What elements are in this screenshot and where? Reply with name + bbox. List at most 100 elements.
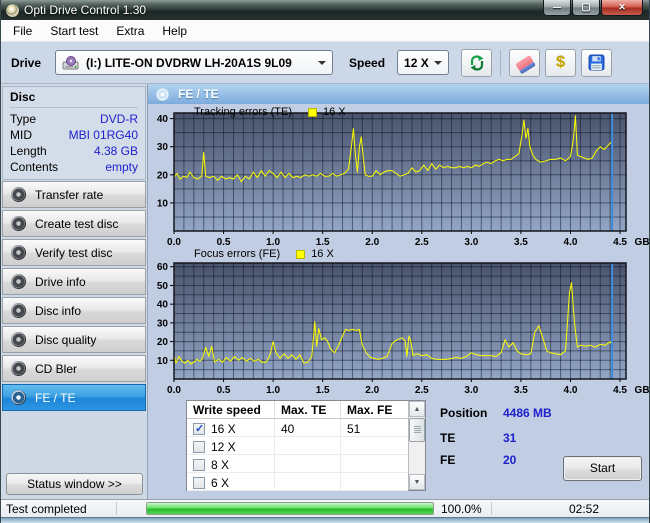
page-title: FE / TE <box>178 87 219 101</box>
fe-value: 20 <box>503 453 517 467</box>
write-speed-cell: 16 X <box>187 419 275 436</box>
write-speed-checkbox[interactable] <box>193 422 205 435</box>
disc-icon <box>11 216 26 231</box>
svg-text:3.5: 3.5 <box>514 385 528 396</box>
svg-text:4.5: 4.5 <box>613 385 627 396</box>
table-scrollbar[interactable]: ▲ ▼ <box>408 401 425 490</box>
write-speed-cell: 6 X <box>187 473 275 490</box>
minimize-button[interactable] <box>543 0 571 16</box>
sidebar-item-cd-bler[interactable]: CD Bler <box>2 355 146 382</box>
write-speed-cell: 8 X <box>187 455 275 472</box>
disc-panel-title: Disc <box>10 90 138 108</box>
menubar: File Start test Extra Help <box>1 20 649 42</box>
max-te-cell <box>275 473 341 490</box>
toolbar-separator <box>500 49 502 76</box>
sidebar-item-fe-te[interactable]: FE / TE <box>2 384 146 411</box>
disc-icon <box>11 361 26 376</box>
refresh-icon <box>470 54 484 71</box>
svg-text:10: 10 <box>157 198 169 209</box>
disc-panel: Disc Type DVD-R MID MBI 01RG40 Length 4.38 GB… <box>2 86 146 180</box>
disc-info-value: MBI 01RG40 <box>68 128 138 142</box>
disc-icon <box>11 303 26 318</box>
scrollbar-down-button[interactable]: ▼ <box>409 474 425 490</box>
scrollbar-up-button[interactable]: ▲ <box>409 401 425 417</box>
app-window: Opti Drive Control 1.30 FileStart testEx… <box>0 0 650 523</box>
drive-icon <box>62 55 79 69</box>
disc-info-row: Length 4.38 GB <box>10 143 138 159</box>
disc-info-label: Contents <box>10 160 59 174</box>
speed-select[interactable]: 12 X <box>397 50 450 75</box>
save-button[interactable] <box>581 48 613 77</box>
svg-text:3.0: 3.0 <box>464 385 478 396</box>
sidebar-item-label: Create test disc <box>35 216 119 231</box>
disc-info-row: MID MBI 01RG40 <box>10 127 138 143</box>
purchase-button[interactable]: $ <box>545 48 577 77</box>
fe-chart: 10 20 30 40 50 60 0.0 0.5 1.0 1.5 2.0 2.5 3.0 3.5 4.0 4… <box>157 262 649 396</box>
table-row[interactable]: 12 X <box>187 437 408 455</box>
sidebar-item-verify-test-disc[interactable]: Verify test disc <box>2 239 146 266</box>
disc-icon <box>11 332 26 347</box>
max-te-cell <box>275 437 341 454</box>
refresh-button[interactable] <box>461 48 493 77</box>
menu-item-file[interactable]: File <box>4 21 41 41</box>
write-speed-label: 12 X <box>211 439 236 454</box>
max-te-cell: 40 <box>275 419 341 436</box>
sidebar-item-label: CD Bler <box>35 361 78 376</box>
max-fe-cell <box>341 473 408 490</box>
speed-label: Speed <box>349 55 386 70</box>
svg-text:0.0: 0.0 <box>167 385 181 396</box>
sidebar-item-label: Verify test disc <box>35 245 113 260</box>
max-fe-cell <box>341 455 408 472</box>
svg-text:30: 30 <box>157 318 169 329</box>
maximize-button[interactable] <box>572 0 600 16</box>
main-panel: FE / TE Tracking errors (TE) 16 X 10 20 30… <box>148 84 649 499</box>
sidebar-item-label: FE / TE <box>35 390 76 405</box>
status-window-button[interactable]: Status window >> <box>6 473 143 495</box>
sidebar-item-label: Disc quality <box>35 332 97 347</box>
sidebar-item-transfer-rate[interactable]: Transfer rate <box>2 181 146 208</box>
table-row[interactable]: 16 X 40 51 <box>187 419 408 437</box>
sidebar-item-create-test-disc[interactable]: Create test disc <box>2 210 146 237</box>
svg-text:4.5: 4.5 <box>613 237 627 248</box>
svg-text:0.5: 0.5 <box>217 385 231 396</box>
erase-disc-button[interactable] <box>509 48 541 77</box>
sidebar-item-disc-quality[interactable]: Disc quality <box>2 326 146 353</box>
drive-select[interactable]: (I:) LITE-ON DVDRW LH-20A1S 9L09 <box>55 50 334 75</box>
sidebar-item-label: Drive info <box>35 274 86 289</box>
table-row[interactable]: 6 X <box>187 473 408 491</box>
sidebar-item-label: Disc info <box>35 303 82 318</box>
svg-text:2.0: 2.0 <box>365 385 379 396</box>
write-speed-checkbox[interactable] <box>193 440 205 453</box>
disc-icon <box>11 274 26 289</box>
menu-item-extra[interactable]: Extra <box>107 21 153 41</box>
menu-item-help[interactable]: Help <box>153 21 196 41</box>
start-button[interactable]: Start <box>563 456 642 481</box>
close-button[interactable] <box>601 0 643 16</box>
window-title: Opti Drive Control 1.30 <box>24 3 147 17</box>
menu-item-start-test[interactable]: Start test <box>41 21 107 41</box>
write-speed-table: Write speed Max. TE Max. FE 16 X 40 51 12 X… <box>186 400 426 491</box>
svg-text:4.0: 4.0 <box>564 385 578 396</box>
write-speed-checkbox[interactable] <box>193 476 205 489</box>
table-row[interactable]: 8 X <box>187 455 408 473</box>
progress-fill <box>147 503 433 514</box>
chart-title: Focus errors (FE) <box>194 248 281 260</box>
disc-info-value: 4.38 GB <box>93 144 138 158</box>
chart-title: Tracking errors (TE) <box>194 106 292 118</box>
write-speed-label: 16 X <box>211 421 236 436</box>
disc-icon <box>11 245 26 260</box>
sidebar-item-drive-info[interactable]: Drive info <box>2 268 146 295</box>
sidebar-item-disc-info[interactable]: Disc info <box>2 297 146 324</box>
drive-label: Drive <box>11 55 42 70</box>
window-titlebar[interactable]: Opti Drive Control 1.30 <box>1 0 649 20</box>
te-value: 31 <box>503 431 517 445</box>
write-speed-checkbox[interactable] <box>193 458 205 471</box>
window-bottom-border <box>1 517 649 523</box>
svg-text:60: 60 <box>157 262 169 273</box>
left-sidebar: Disc Type DVD-R MID MBI 01RG40 Length 4.38 GB… <box>1 84 148 499</box>
scrollbar-thumb[interactable] <box>409 418 425 442</box>
svg-text:2.5: 2.5 <box>415 385 429 396</box>
svg-text:GB: GB <box>635 385 649 396</box>
speed-select-value: 12 X <box>404 55 429 70</box>
disc-icon <box>11 187 26 202</box>
